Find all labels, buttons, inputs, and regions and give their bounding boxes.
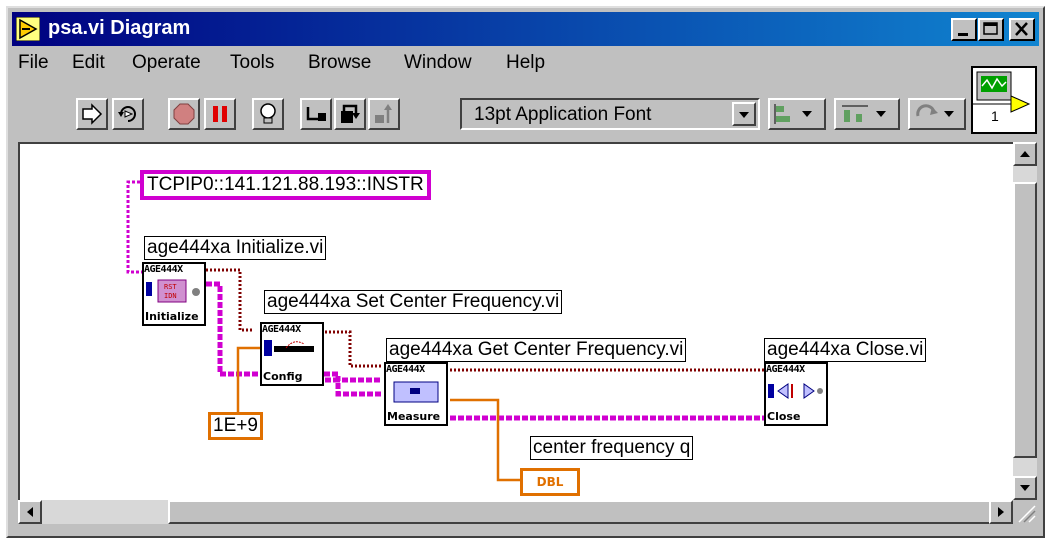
menu-edit[interactable]: Edit: [72, 52, 105, 74]
menu-help[interactable]: Help: [506, 52, 545, 74]
close-vi-node[interactable]: AGE444X Close: [764, 362, 828, 426]
resource-name-constant[interactable]: TCPIP0::141.121.88.193::INSTR: [140, 170, 431, 200]
pause-icon: [213, 106, 227, 122]
diagram-window: psa.vi Diagram File Edit Operate Tools B…: [6, 6, 1045, 538]
step-over-icon: [341, 104, 360, 123]
scroll-left-button[interactable]: [18, 500, 42, 524]
initialize-vi-name: Initialize: [145, 310, 199, 323]
menu-file[interactable]: File: [18, 52, 49, 74]
minimize-icon: [958, 33, 968, 36]
close-icon: [1015, 22, 1028, 36]
config-wrench-icon: [264, 340, 314, 356]
vertical-scroll-thumb[interactable]: [1013, 182, 1037, 458]
pause-button[interactable]: [204, 98, 236, 130]
run-continuously-button[interactable]: [112, 98, 144, 130]
arrow-down-icon: [1020, 485, 1030, 491]
frequency-constant[interactable]: 1E+9: [208, 412, 263, 440]
menu-bar: File Edit Operate Tools Browse Window He…: [12, 48, 963, 78]
scroll-up-button[interactable]: [1013, 142, 1037, 166]
close-window-button[interactable]: [1009, 18, 1035, 41]
reorder-icon: [916, 104, 954, 117]
initialize-vi-node[interactable]: AGE444X RST IDN Initialize: [142, 262, 206, 326]
vertical-scrollbar[interactable]: [1013, 142, 1037, 500]
get-center-frequency-vi-node[interactable]: AGE444X Measure: [384, 362, 448, 426]
scroll-down-button[interactable]: [1013, 476, 1037, 500]
run-arrow-icon: [82, 103, 103, 125]
run-button[interactable]: [76, 98, 108, 130]
distribute-objects-icon: [842, 105, 886, 122]
arrow-left-icon: [27, 507, 33, 517]
set-center-frequency-vi-node[interactable]: AGE444X Config: [260, 322, 324, 386]
highlight-execution-button[interactable]: [252, 98, 284, 130]
initialize-vi-header: AGE444X: [144, 264, 183, 275]
font-selector[interactable]: 13pt Application Font: [460, 98, 760, 130]
horizontal-scroll-thumb[interactable]: [168, 500, 1008, 524]
set-center-frequency-vi-label: age444xa Set Center Frequency.vi: [264, 290, 563, 314]
reorder-button[interactable]: [908, 98, 966, 130]
get-center-frequency-vi-label: age444xa Get Center Frequency.vi: [386, 338, 687, 362]
arrow-up-icon: [1020, 151, 1030, 157]
step-out-icon: [375, 104, 392, 123]
close-plug-icon: [768, 383, 823, 399]
step-into-button[interactable]: [300, 98, 332, 130]
toolbar: 13pt Application Font: [12, 80, 1039, 138]
minimize-button[interactable]: [951, 18, 977, 41]
window-title: psa.vi Diagram: [48, 17, 191, 39]
close-vi-name: Close: [767, 410, 801, 423]
maximize-icon: [983, 22, 998, 35]
svg-text:IDN: IDN: [164, 292, 177, 300]
menu-operate[interactable]: Operate: [132, 52, 201, 74]
center-frequency-indicator-label: center frequency q: [530, 436, 694, 460]
horizontal-scrollbar[interactable]: [18, 500, 1013, 524]
step-over-button[interactable]: [334, 98, 366, 130]
labview-vi-icon: [16, 17, 40, 41]
step-out-button[interactable]: [368, 98, 400, 130]
initialize-icon: RST IDN: [146, 279, 200, 303]
stop-sign-icon: [173, 103, 195, 125]
align-objects-button[interactable]: [768, 98, 826, 130]
close-vi-label: age444xa Close.vi: [764, 338, 927, 362]
title-bar[interactable]: psa.vi Diagram: [12, 12, 1039, 46]
initialize-vi-label: age444xa Initialize.vi: [144, 236, 327, 260]
menu-browse[interactable]: Browse: [308, 52, 371, 74]
get-center-frequency-vi-header: AGE444X: [386, 364, 425, 375]
abort-button[interactable]: [168, 98, 200, 130]
resize-grip-icon[interactable]: [1013, 500, 1037, 524]
scroll-right-button[interactable]: [989, 500, 1013, 524]
distribute-objects-button[interactable]: [834, 98, 900, 130]
set-center-frequency-vi-header: AGE444X: [262, 324, 301, 335]
font-selector-value: 13pt Application Font: [474, 104, 652, 125]
align-objects-icon: [774, 104, 812, 124]
arrow-right-icon: [998, 507, 1004, 517]
chevron-down-icon: [739, 112, 749, 118]
set-center-frequency-vi-name: Config: [263, 370, 303, 383]
block-diagram-canvas[interactable]: TCPIP0::141.121.88.193::INSTR age444xa I…: [18, 142, 1013, 500]
font-dropdown-button[interactable]: [732, 102, 756, 126]
maximize-button[interactable]: [978, 18, 1004, 41]
lightbulb-icon: [260, 103, 276, 124]
measure-icon: [393, 381, 439, 403]
run-continuously-icon: [118, 106, 136, 122]
step-into-icon: [306, 107, 326, 121]
menu-tools[interactable]: Tools: [230, 52, 274, 74]
get-center-frequency-vi-name: Measure: [387, 410, 441, 423]
center-frequency-indicator[interactable]: DBL: [520, 468, 580, 496]
close-vi-header: AGE444X: [766, 364, 805, 375]
menu-window[interactable]: Window: [404, 52, 472, 74]
svg-text:RST: RST: [164, 283, 177, 291]
